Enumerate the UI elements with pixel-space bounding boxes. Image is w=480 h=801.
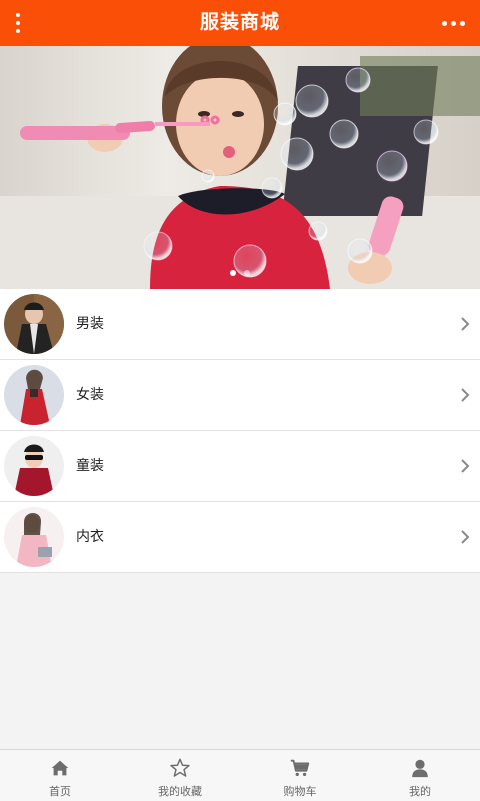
star-icon (170, 758, 190, 777)
tab-label: 我的收藏 (158, 785, 202, 798)
category-list: 男装 女装 童装 内衣 (0, 289, 480, 573)
bottom-tab-bar: 首页 我的收藏 购物车 我的 (0, 749, 480, 801)
underwear-thumbnail (4, 507, 64, 567)
chevron-right-icon (461, 530, 470, 544)
tab-home[interactable]: 首页 (0, 750, 120, 801)
category-label: 女装 (76, 387, 104, 403)
list-item-womenswear[interactable]: 女装 (0, 360, 480, 431)
tab-label: 购物车 (283, 785, 317, 798)
chevron-right-icon (461, 459, 470, 473)
carousel-dot[interactable] (244, 270, 250, 276)
carousel-dots (0, 270, 480, 276)
cart-icon (290, 759, 310, 777)
list-item-menswear[interactable]: 男装 (0, 289, 480, 360)
tab-profile[interactable]: 我的 (360, 750, 480, 801)
banner-carousel[interactable] (0, 46, 480, 289)
menswear-thumbnail (4, 294, 64, 354)
top-app-bar: 服装商城 (0, 0, 480, 46)
home-icon (51, 760, 69, 776)
category-label: 男装 (76, 316, 104, 332)
category-label: 内衣 (76, 529, 104, 545)
tab-cart[interactable]: 购物车 (240, 750, 360, 801)
more-options-icon[interactable] (436, 8, 470, 38)
list-item-underwear[interactable]: 内衣 (0, 502, 480, 573)
page-title: 服装商城 (199, 11, 280, 33)
womenswear-thumbnail (4, 365, 64, 425)
banner-image (0, 46, 480, 289)
tab-label: 首页 (49, 785, 71, 798)
carousel-dot[interactable] (230, 270, 236, 276)
list-item-kidswear[interactable]: 童装 (0, 431, 480, 502)
chevron-right-icon (461, 317, 470, 331)
kidswear-thumbnail (4, 436, 64, 496)
chevron-right-icon (461, 388, 470, 402)
tab-favorites[interactable]: 我的收藏 (120, 750, 240, 801)
user-icon (412, 759, 428, 778)
category-label: 童装 (76, 458, 104, 474)
tab-label: 我的 (409, 785, 431, 798)
